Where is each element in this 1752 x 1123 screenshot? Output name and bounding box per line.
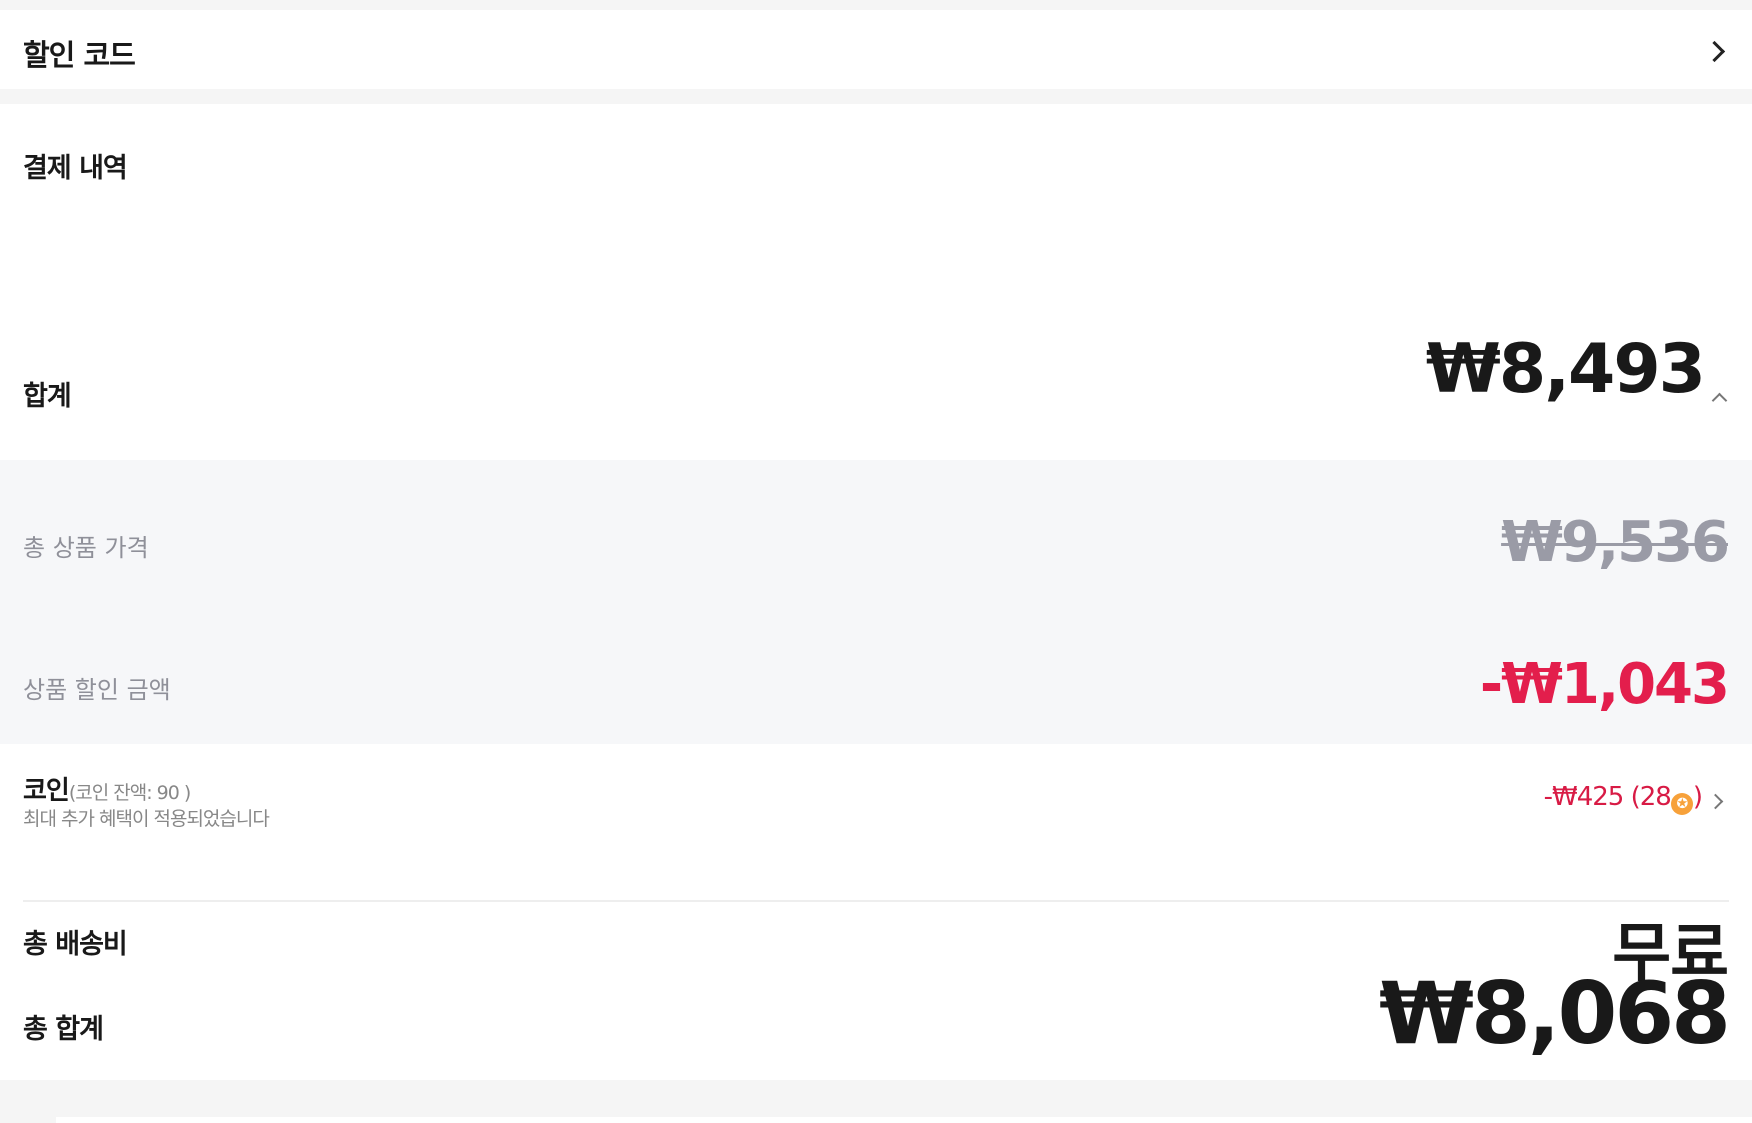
- product-discount-label: 상품 할인 금액: [23, 676, 171, 704]
- discount-code-row[interactable]: 할인 코드: [0, 10, 1752, 89]
- payment-summary-card: 결제 내역 합계 ₩8,493 총 상품 가격 ₩9,536 상품 할인 금액 …: [0, 104, 1752, 1080]
- chevron-right-icon[interactable]: [1703, 40, 1726, 63]
- payment-summary-title: 결제 내역: [23, 153, 128, 184]
- price-breakdown: 총 상품 가격 ₩9,536 상품 할인 금액 -₩1,043: [0, 460, 1752, 744]
- subtotal-value: ₩8,493: [1425, 330, 1706, 409]
- product-discount-value: -₩1,043: [1479, 652, 1730, 717]
- next-section-edge: [56, 1117, 1752, 1123]
- coin-value: -₩425 (28 ✪): [1543, 782, 1703, 815]
- coin-label: 코인: [23, 776, 70, 806]
- subtotal-label: 합계: [23, 381, 72, 412]
- coin-value-close: ): [1692, 782, 1703, 812]
- total-label: 총 합계: [23, 1014, 104, 1045]
- shipping-label: 총 배송비: [23, 929, 128, 960]
- chevron-up-icon[interactable]: [1711, 392, 1728, 409]
- coin-icon: ✪: [1670, 793, 1693, 815]
- coin-note: 최대 추가 혜택이 적용되었습니다: [23, 808, 270, 830]
- product-price-label: 총 상품 가격: [23, 534, 149, 562]
- coin-balance: (코인 잔액: 90 ): [68, 782, 191, 804]
- coin-value-amount: -₩425 (28: [1543, 782, 1672, 812]
- total-value: ₩8,068: [1379, 964, 1731, 1064]
- divider: [23, 900, 1729, 902]
- chevron-right-icon[interactable]: [1707, 793, 1724, 810]
- product-price-value: ₩9,536: [1501, 510, 1730, 575]
- discount-code-label: 할인 코드: [23, 38, 136, 72]
- coin-title: 코인(코인 잔액: 90 ): [23, 770, 191, 807]
